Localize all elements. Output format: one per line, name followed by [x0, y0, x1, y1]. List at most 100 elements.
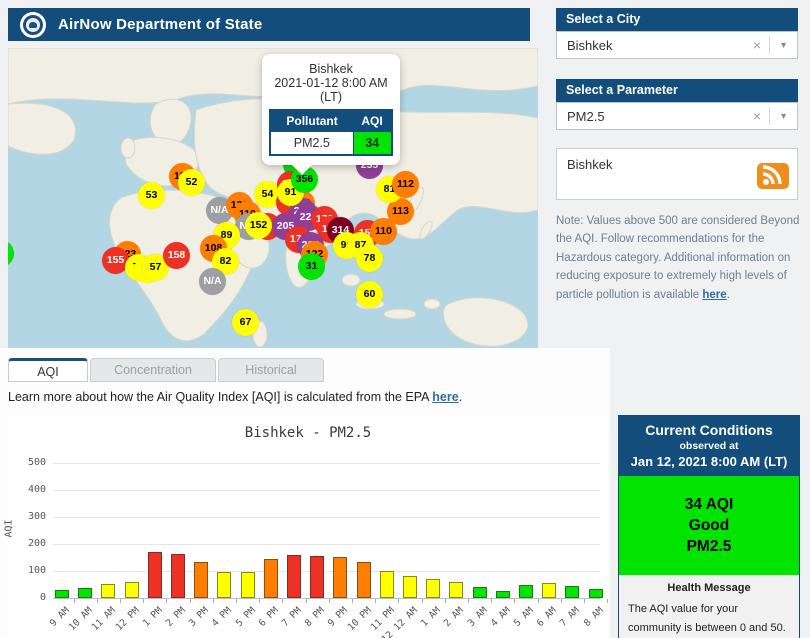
chart-bar[interactable]	[55, 590, 69, 598]
chart-x-tick	[607, 599, 609, 603]
chart-x-tick	[421, 599, 423, 603]
chart-x-tick	[584, 599, 585, 603]
tab-aqi[interactable]: AQI	[8, 358, 88, 382]
parameter-dropdown-caret-icon[interactable]: ▼	[770, 111, 797, 121]
popup-col-pollutant: Pollutant	[270, 110, 354, 132]
chart-x-tick	[212, 599, 214, 603]
tab-concentration[interactable]: Concentration	[90, 358, 216, 382]
map-marker[interactable]: 53	[138, 182, 165, 209]
map-marker[interactable]: 31	[298, 253, 325, 280]
current-aqi-block: 34 AQI Good PM2.5	[619, 476, 799, 575]
chart-y-tick-label: 0	[39, 592, 46, 603]
chart-bar[interactable]	[449, 582, 464, 598]
popup-datetime: 2021-01-12 8:00 AM	[274, 76, 388, 90]
airnow-page: AirNow Department of State 52 53 54 N/A …	[0, 0, 810, 638]
map-marker[interactable]: 60	[356, 281, 383, 308]
observed-datetime: Jan 12, 2021 8:00 AM (LT)	[630, 454, 788, 469]
chart-bar[interactable]	[588, 589, 603, 598]
popup-aqi-value: 34	[352, 131, 393, 156]
map-marker[interactable]: 112	[392, 171, 419, 198]
chart-x-tick	[189, 599, 191, 603]
parameter-clear-icon[interactable]: ×	[745, 108, 769, 124]
health-message-title: Health Message	[667, 582, 751, 594]
app-title: AirNow Department of State	[58, 16, 263, 33]
epa-info-line: Learn more about how the Air Quality Ind…	[8, 390, 462, 404]
chart-gridline	[53, 490, 600, 491]
rss-feed-box: Bishkek	[556, 148, 798, 200]
chart-bar[interactable]	[78, 588, 93, 598]
chart-bar[interactable]	[240, 572, 255, 598]
chart-bar[interactable]	[426, 579, 441, 598]
city-select[interactable]: Bishkek × ▼	[556, 31, 798, 59]
chart-gridline	[53, 544, 600, 545]
current-aqi-category: Good	[688, 517, 730, 534]
chart-bar[interactable]	[495, 591, 510, 598]
chart-bar[interactable]	[124, 582, 139, 598]
chart-x-tick	[375, 599, 377, 603]
popup-table: Pollutant AQI PM2.5 34	[269, 109, 393, 156]
chart-x-tick	[352, 599, 353, 603]
chart-x-tick	[143, 599, 145, 603]
current-conditions-panel: Current Conditions observed at Jan 12, 2…	[618, 415, 800, 638]
chart-bar[interactable]	[263, 559, 278, 598]
chart-x-tick	[96, 599, 98, 603]
chart-bar[interactable]	[403, 576, 417, 598]
chart-bar[interactable]	[333, 557, 348, 598]
city-dropdown-caret-icon[interactable]: ▼	[770, 40, 797, 50]
map-marker[interactable]: 158	[163, 242, 190, 269]
popup-city: Bishkek	[309, 62, 353, 76]
state-department-seal-icon	[20, 11, 46, 38]
chart-title: Bishkek - PM2.5	[244, 425, 372, 441]
chart-x-tick	[120, 599, 121, 603]
chart-x-tick	[537, 599, 539, 603]
current-aqi-value: 34 AQI	[684, 496, 734, 513]
rss-icon[interactable]	[757, 163, 789, 189]
chart-bar[interactable]	[217, 572, 232, 598]
map-marker[interactable]: 152	[245, 212, 272, 239]
world-map[interactable]: 117525354N/A128110N/A1528910882N/A123155…	[8, 48, 538, 348]
map-marker[interactable]: 78	[356, 245, 383, 272]
chart-bar[interactable]	[519, 585, 533, 598]
chart-y-tick-label: 400	[27, 484, 46, 495]
chart-bar[interactable]	[472, 587, 487, 598]
chart-x-tick	[514, 599, 516, 603]
chart-bar[interactable]	[287, 555, 301, 598]
chart-bar[interactable]	[356, 562, 371, 598]
epa-period: .	[458, 390, 463, 404]
health-message-block: Health Message The AQI value for your co…	[619, 575, 799, 638]
popup-pollutant-value: PM2.5	[269, 131, 354, 156]
chart-bar[interactable]	[171, 554, 185, 598]
chart-y-axis-title: AQI	[3, 519, 15, 538]
app-header: AirNow Department of State	[8, 8, 530, 41]
chart-y-tick-label: 500	[27, 457, 46, 468]
city-select-value: Bishkek	[567, 37, 613, 53]
chart-x-tick	[491, 599, 493, 603]
chart-bar[interactable]	[542, 583, 557, 598]
chart-bar[interactable]	[194, 562, 209, 598]
chart-bar[interactable]	[310, 556, 325, 598]
note-text: Note: Values above 500 are considered Be…	[556, 215, 800, 301]
parameter-select[interactable]: PM2.5 × ▼	[556, 102, 798, 130]
city-clear-icon[interactable]: ×	[745, 37, 769, 53]
chart-x-tick	[398, 599, 400, 603]
map-marker[interactable]: 67	[232, 309, 259, 336]
note-period: .	[726, 288, 730, 301]
city-select-label: Select a City	[556, 8, 798, 31]
chart-x-tick	[282, 599, 284, 603]
parameter-select-label: Select a Parameter	[556, 79, 798, 102]
note-here-link[interactable]: here	[702, 289, 726, 301]
chart-bar[interactable]	[379, 571, 394, 598]
chart-y-tick-label: 200	[27, 538, 46, 549]
chart-bar[interactable]	[147, 552, 162, 598]
popup-col-aqi: AQI	[353, 110, 392, 132]
observed-at-label: observed at	[679, 440, 739, 452]
map-marker[interactable]: N/A	[199, 268, 226, 295]
chart-x-tick	[468, 599, 469, 603]
chart-bar[interactable]	[101, 584, 116, 598]
epa-text: Learn more about how the Air Quality Ind…	[8, 390, 433, 404]
tab-historical[interactable]: Historical	[218, 358, 324, 382]
map-marker[interactable]: 52	[178, 169, 205, 196]
epa-here-link[interactable]: here	[432, 390, 458, 404]
chart-x-tick	[560, 599, 562, 603]
chart-bar[interactable]	[565, 586, 580, 598]
